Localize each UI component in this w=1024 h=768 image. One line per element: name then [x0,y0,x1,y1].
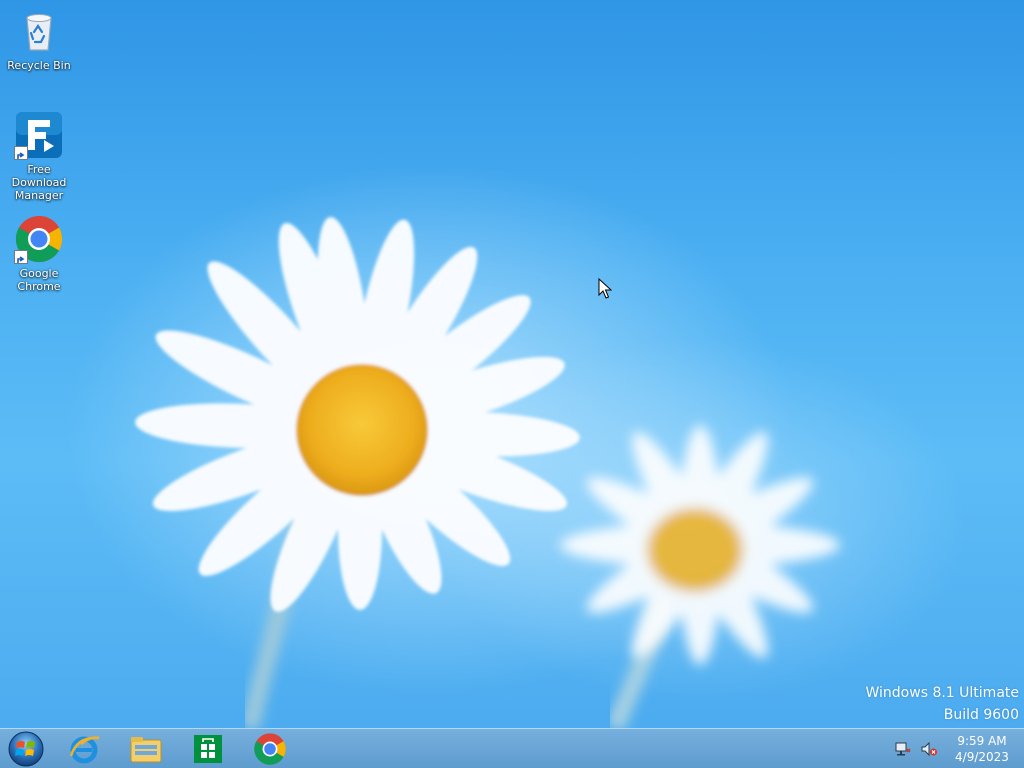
start-button[interactable] [6,731,46,767]
mouse-cursor-icon [598,278,612,299]
network-icon[interactable] [894,740,912,758]
windows-orb-icon [8,731,44,767]
internet-explorer-icon [69,735,100,763]
file-explorer-icon [130,736,162,762]
desktop-icon-label: Free Download Manager [11,163,67,202]
watermark-build: Build 9600 [943,707,1019,723]
wallpaper-daisies [135,217,840,728]
taskbar-internet-explorer-button[interactable] [56,730,112,767]
desktop-icon-google-chrome[interactable]: Google Chrome [0,214,78,293]
windows-store-icon [194,734,222,763]
shortcut-arrow-icon [14,250,28,264]
desktop-icon-free-download-manager[interactable]: Free Download Manager [0,110,78,202]
clock-time: 9:59 AM [957,734,1007,748]
desktop-icon-label: Google Chrome [17,267,61,293]
taskbar-clock[interactable]: 9:59 AM 4/9/2023 [946,733,1018,765]
shortcut-arrow-icon [14,146,28,160]
recycle-bin-icon [14,6,64,56]
chrome-icon [254,732,286,765]
clock-date: 4/9/2023 [955,750,1009,764]
watermark-edition: Windows 8.1 Ultimate [865,685,1020,701]
taskbar-windows-store-button[interactable] [180,730,236,767]
taskbar[interactable]: 9:59 AM 4/9/2023 [0,728,1024,768]
chrome-icon [14,214,64,264]
fdm-icon [14,110,64,160]
desktop-icon-label: Recycle Bin [7,59,71,72]
desktop[interactable]: Recycle Bin Free Download Manager Google… [0,0,1024,768]
windows-version-watermark: Windows 8.1 Ultimate Build 9600 [866,682,1020,726]
taskbar-file-explorer-button[interactable] [118,730,174,767]
volume-muted-icon[interactable] [920,740,938,758]
taskbar-chrome-button[interactable] [242,730,298,767]
desktop-icon-recycle-bin[interactable]: Recycle Bin [0,6,78,72]
system-tray: 9:59 AM 4/9/2023 [894,729,1024,768]
